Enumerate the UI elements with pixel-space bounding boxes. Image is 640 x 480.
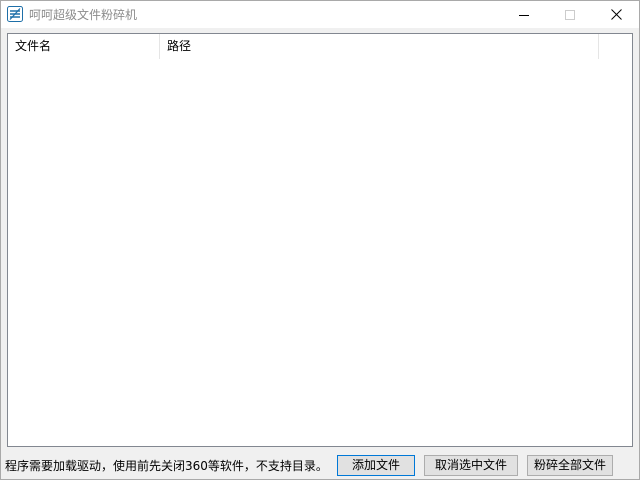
file-list[interactable]: 文件名 路径: [7, 33, 633, 447]
shred-all-button[interactable]: 粉碎全部文件: [527, 455, 613, 476]
column-header-path[interactable]: 路径: [160, 34, 599, 59]
minimize-button[interactable]: [501, 1, 547, 28]
title-bar[interactable]: 呵呵超级文件粉碎机: [1, 1, 639, 28]
add-file-button[interactable]: 添加文件: [337, 455, 415, 476]
maximize-icon: [565, 9, 575, 20]
minimize-icon: [519, 14, 529, 16]
window-title: 呵呵超级文件粉碎机: [29, 8, 138, 22]
hint-text: 程序需要加载驱动，使用前先关闭360等软件，不支持目录。: [5, 459, 328, 473]
close-icon: [610, 9, 622, 20]
deselect-file-button[interactable]: 取消选中文件: [424, 455, 518, 476]
list-header: 文件名 路径: [8, 34, 632, 59]
close-button[interactable]: [593, 1, 639, 28]
app-icon[interactable]: [7, 6, 23, 22]
maximize-button[interactable]: [547, 1, 593, 28]
column-header-filename[interactable]: 文件名: [8, 34, 160, 59]
app-window: 呵呵超级文件粉碎机 文件名 路径 程序需要加载驱动，使用前先关闭360等软件，不…: [0, 0, 640, 480]
